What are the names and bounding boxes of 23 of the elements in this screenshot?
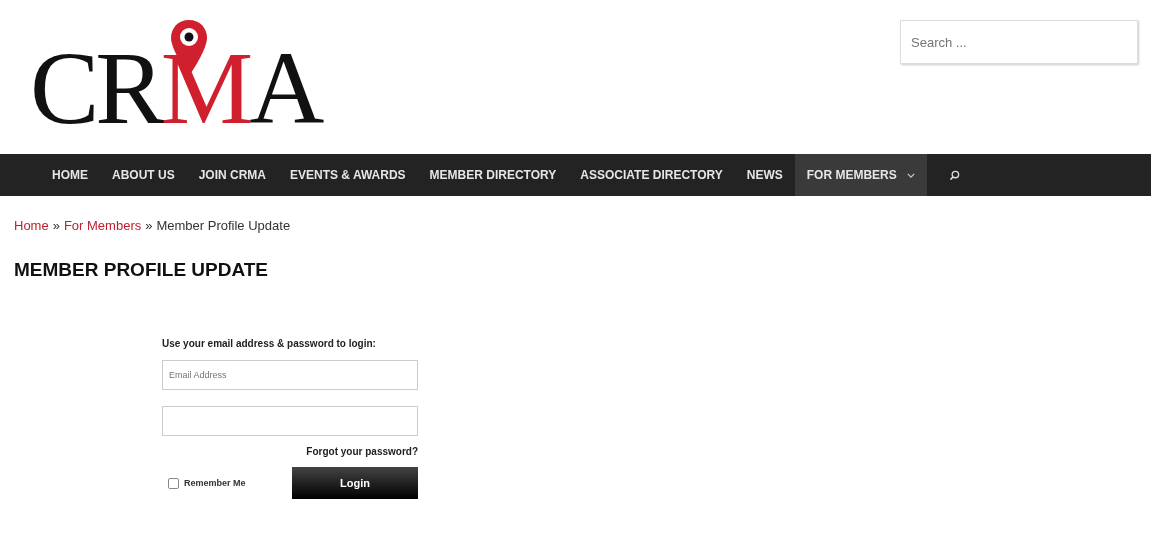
password-field[interactable]: [162, 406, 418, 436]
nav-item[interactable]: HOME: [40, 154, 100, 196]
nav-item[interactable]: FOR MEMBERS: [794, 154, 927, 196]
search-field[interactable]: Search ...: [900, 20, 1138, 64]
breadcrumb-link[interactable]: For Members: [63, 218, 142, 233]
remember-label: Remember Me: [184, 478, 247, 488]
nav-item[interactable]: NEWS: [734, 154, 795, 196]
nav-item[interactable]: MEMBER DIRECTORY: [417, 154, 569, 196]
nav-item[interactable]: JOIN CRMA: [186, 154, 278, 196]
breadcrumb-link[interactable]: Home: [14, 218, 49, 233]
breadcrumb-separator: »: [145, 218, 153, 233]
login-prompt: Use your email address & password to login:: [162, 338, 377, 349]
search-icon: [948, 169, 960, 181]
nav-item[interactable]: EVENTS & AWARDS: [278, 154, 418, 196]
nav-item[interactable]: ABOUT US: [100, 154, 187, 196]
page-title: MEMBER PROFILE UPDATE: [14, 259, 270, 281]
nav-item[interactable]: ASSOCIATE DIRECTORY: [568, 154, 735, 196]
remember-checkbox[interactable]: [168, 477, 179, 489]
email-field[interactable]: Email Address: [162, 360, 418, 390]
login-button[interactable]: Login: [292, 467, 418, 499]
breadcrumb-separator: »: [52, 218, 60, 233]
forgot-password-link[interactable]: Forgot your password?: [306, 446, 418, 457]
breadcrumb-current: Member Profile Update: [156, 218, 291, 233]
